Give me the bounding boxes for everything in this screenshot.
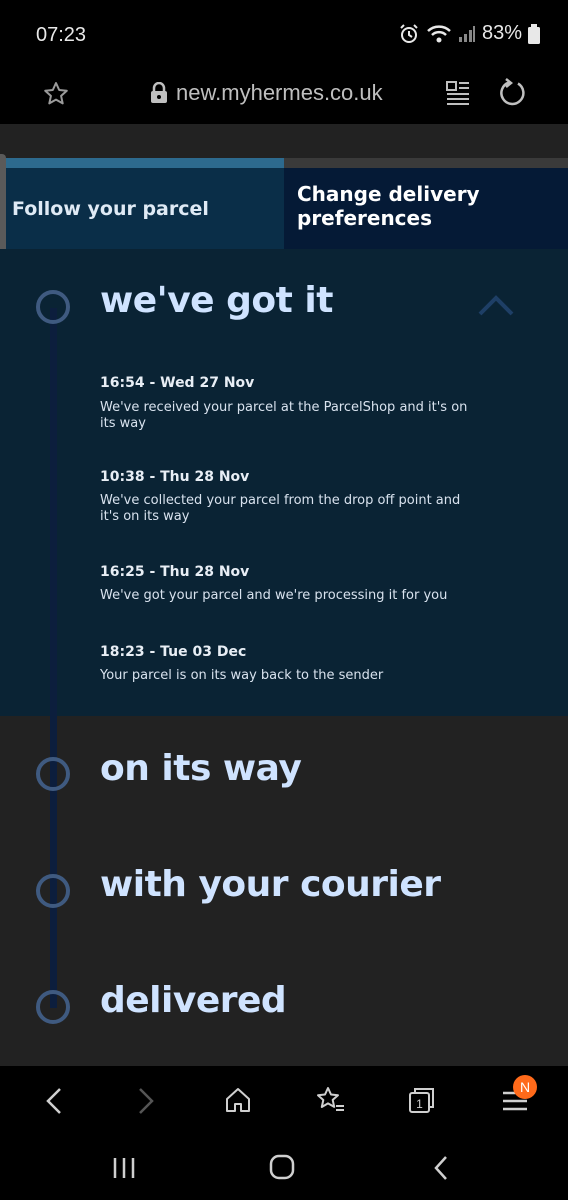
tab-follow-your-parcel[interactable]: Follow your parcel xyxy=(0,158,284,249)
wifi-icon xyxy=(426,24,452,44)
tabs-count: 1 xyxy=(416,1097,423,1111)
forward-icon[interactable] xyxy=(136,1086,156,1120)
event-description: We've got your parcel and we're processi… xyxy=(100,588,448,603)
stage-dot xyxy=(36,990,70,1024)
browser-toolbar: 1 xyxy=(0,1066,568,1136)
bookmarks-icon[interactable] xyxy=(316,1086,346,1118)
url-field[interactable]: new.myhermes.co.uk xyxy=(176,80,383,106)
web-page: Follow your parcel Change delivery prefe… xyxy=(0,124,568,1066)
chevron-up-icon[interactable] xyxy=(478,294,514,320)
event-time: 16:54 - Wed 27 Nov xyxy=(100,375,255,391)
stage-title-got-it[interactable]: we've got it xyxy=(100,280,333,321)
tabs-icon[interactable]: 1 xyxy=(408,1086,436,1118)
tab-change-label: Change delivery preferences xyxy=(297,182,480,230)
system-nav-bar xyxy=(0,1136,568,1200)
status-time: 07:23 xyxy=(36,24,87,46)
reader-mode-icon[interactable] xyxy=(446,80,470,110)
alarm-icon xyxy=(398,23,420,45)
back-icon[interactable] xyxy=(44,1086,64,1120)
home-button-icon[interactable] xyxy=(269,1154,295,1184)
status-icons: 83% xyxy=(398,22,540,45)
stage-dot xyxy=(36,757,70,791)
back-nav-icon[interactable] xyxy=(432,1154,450,1186)
signal-icon xyxy=(458,25,476,43)
recents-icon[interactable] xyxy=(112,1156,136,1184)
event-time: 10:38 - Thu 28 Nov xyxy=(100,469,250,485)
stage-dot xyxy=(36,290,70,324)
stage-dot xyxy=(36,874,70,908)
home-icon[interactable] xyxy=(224,1086,252,1118)
lock-icon xyxy=(150,81,168,108)
stage-title-on-its-way[interactable]: on its way xyxy=(100,748,302,789)
star-icon[interactable] xyxy=(42,80,70,112)
tab-change-delivery-preferences[interactable]: Change delivery preferences xyxy=(284,158,568,249)
menu-notification-badge: N xyxy=(513,1075,537,1099)
tab-follow-label: Follow your parcel xyxy=(12,198,209,220)
battery-icon xyxy=(528,23,540,44)
event-description: We've collected your parcel from the dro… xyxy=(100,493,461,524)
reload-icon[interactable] xyxy=(498,78,528,112)
event-time: 16:25 - Thu 28 Nov xyxy=(100,564,250,580)
battery-percent: 83% xyxy=(481,22,522,44)
status-bar: 07:23 83% xyxy=(0,0,568,64)
event-description: We've received your parcel at the Parcel… xyxy=(100,400,468,431)
event-description: Your parcel is on its way back to the se… xyxy=(100,668,384,683)
browser-url-bar: new.myhermes.co.uk xyxy=(0,64,568,124)
stage-title-with-courier[interactable]: with your courier xyxy=(100,864,441,905)
stage-title-delivered[interactable]: delivered xyxy=(100,980,287,1021)
event-time: 18:23 - Tue 03 Dec xyxy=(100,644,247,660)
